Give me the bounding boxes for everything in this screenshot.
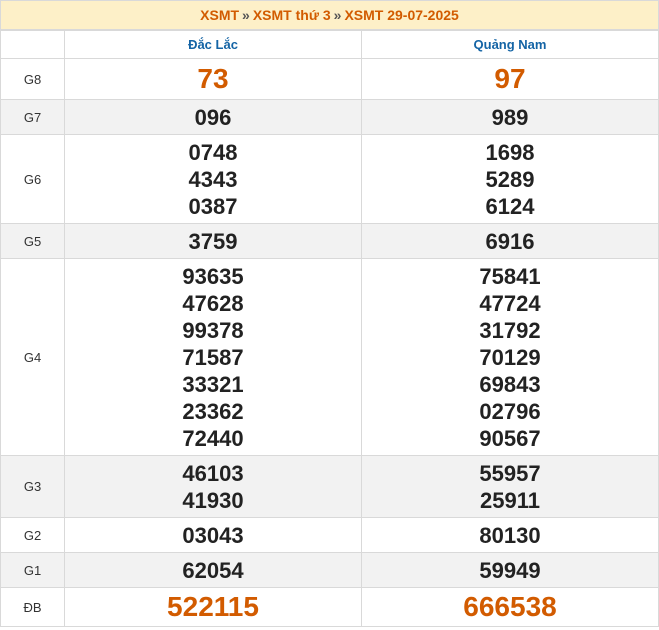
prize-label: G3 bbox=[0, 455, 65, 518]
prize-cell: 75841 47724 31792 70129 69843 02796 90567 bbox=[361, 258, 659, 456]
header-blank-cell bbox=[0, 30, 65, 59]
prize-number: 989 bbox=[491, 104, 529, 130]
prize-cell: 93635 47628 99378 71587 33321 23362 72440 bbox=[64, 258, 362, 456]
prize-cell: 3759 bbox=[64, 223, 362, 259]
prize-number: 4343 bbox=[188, 166, 238, 192]
results-table: Đắc Lắc Quảng Nam G8 73 97 G7 096 989 G6 0748 43… bbox=[0, 30, 659, 627]
prize-label: G2 bbox=[0, 517, 65, 553]
breadcrumb-link-xsmt-weekday[interactable]: XSMT thứ 3 bbox=[253, 7, 331, 23]
prize-number: 69843 bbox=[479, 371, 541, 397]
prize-label: G1 bbox=[0, 552, 65, 588]
results-page: XSMT» XSMT thứ 3» XSMT 29-07-2025 Đắc Lắc … bbox=[0, 0, 659, 630]
province-header[interactable]: Đắc Lắc bbox=[64, 30, 362, 59]
prize-cell: 97 bbox=[361, 58, 659, 100]
prize-number: 6124 bbox=[485, 193, 535, 219]
prize-cell: 666538 bbox=[361, 587, 659, 627]
prize-number: 0387 bbox=[188, 193, 238, 219]
prize-label: G4 bbox=[0, 258, 65, 456]
prize-cell: 80130 bbox=[361, 517, 659, 553]
prize-row-g7: G7 096 989 bbox=[0, 99, 659, 135]
prize-label: G8 bbox=[0, 58, 65, 100]
province-name[interactable]: Quảng Nam bbox=[474, 37, 547, 52]
prize-number: 41930 bbox=[182, 487, 244, 513]
prize-cell: 62054 bbox=[64, 552, 362, 588]
prize-number: 59949 bbox=[479, 557, 541, 583]
prize-number: 03043 bbox=[182, 522, 244, 548]
prize-row-g4: G4 93635 47628 99378 71587 33321 23362 72440 758… bbox=[0, 258, 659, 456]
prize-number: 97 bbox=[494, 63, 526, 94]
prize-number: 096 bbox=[194, 104, 232, 130]
breadcrumb-link-xsmt[interactable]: XSMT bbox=[200, 7, 239, 23]
prize-label: G5 bbox=[0, 223, 65, 259]
prize-cell: 096 bbox=[64, 99, 362, 135]
prize-number: 1698 bbox=[485, 139, 535, 165]
prize-number: 71587 bbox=[182, 344, 244, 370]
prize-row-g2: G2 03043 80130 bbox=[0, 517, 659, 553]
breadcrumb-separator: » bbox=[242, 7, 250, 23]
prize-number: 0748 bbox=[188, 139, 238, 165]
prize-number: 75841 bbox=[479, 263, 541, 289]
prize-cell: 59949 bbox=[361, 552, 659, 588]
prize-row-g5: G5 3759 6916 bbox=[0, 223, 659, 259]
prize-number: 55957 bbox=[479, 460, 541, 486]
prize-row-db: ĐB 522115 666538 bbox=[0, 587, 659, 627]
prize-number: 72440 bbox=[182, 425, 244, 451]
breadcrumb-separator: » bbox=[333, 7, 342, 23]
prize-cell: 6916 bbox=[361, 223, 659, 259]
prize-cell: 46103 41930 bbox=[64, 455, 362, 518]
prize-cell: 989 bbox=[361, 99, 659, 135]
prize-label: G7 bbox=[0, 99, 65, 135]
prize-cell: 73 bbox=[64, 58, 362, 100]
breadcrumb: XSMT» XSMT thứ 3» XSMT 29-07-2025 bbox=[0, 0, 659, 30]
prize-number: 80130 bbox=[479, 522, 541, 548]
province-header[interactable]: Quảng Nam bbox=[361, 30, 659, 59]
prize-number: 62054 bbox=[182, 557, 244, 583]
prize-cell: 55957 25911 bbox=[361, 455, 659, 518]
prize-cell: 1698 5289 6124 bbox=[361, 134, 659, 224]
prize-number: 93635 bbox=[182, 263, 244, 289]
prize-number: 25911 bbox=[480, 487, 540, 513]
province-name[interactable]: Đắc Lắc bbox=[188, 37, 238, 52]
prize-cell: 03043 bbox=[64, 517, 362, 553]
prize-number: 31792 bbox=[479, 317, 541, 343]
breadcrumb-link-xsmt-date[interactable]: XSMT 29-07-2025 bbox=[344, 7, 458, 23]
prize-number: 47724 bbox=[479, 290, 541, 316]
prize-number: 666538 bbox=[463, 591, 557, 622]
prize-row-g1: G1 62054 59949 bbox=[0, 552, 659, 588]
prize-number: 70129 bbox=[479, 344, 541, 370]
prize-number: 522115 bbox=[167, 591, 259, 622]
prize-number: 3759 bbox=[188, 228, 238, 254]
prize-number: 6916 bbox=[485, 228, 535, 254]
prize-number: 23362 bbox=[182, 398, 244, 424]
prize-number: 02796 bbox=[479, 398, 541, 424]
prize-row-g8: G8 73 97 bbox=[0, 58, 659, 100]
prize-cell: 0748 4343 0387 bbox=[64, 134, 362, 224]
prize-number: 33321 bbox=[182, 371, 244, 397]
prize-row-g3: G3 46103 41930 55957 25911 bbox=[0, 455, 659, 518]
prize-label: G6 bbox=[0, 134, 65, 224]
prize-number: 47628 bbox=[182, 290, 244, 316]
prize-number: 46103 bbox=[182, 460, 244, 486]
prize-number: 73 bbox=[197, 63, 229, 94]
prize-number: 5289 bbox=[485, 166, 535, 192]
prize-cell: 522115 bbox=[64, 587, 362, 627]
prize-label: ĐB bbox=[0, 587, 65, 627]
prize-number: 90567 bbox=[479, 425, 541, 451]
prize-row-g6: G6 0748 4343 0387 1698 5289 6124 bbox=[0, 134, 659, 224]
prize-number: 99378 bbox=[182, 317, 244, 343]
